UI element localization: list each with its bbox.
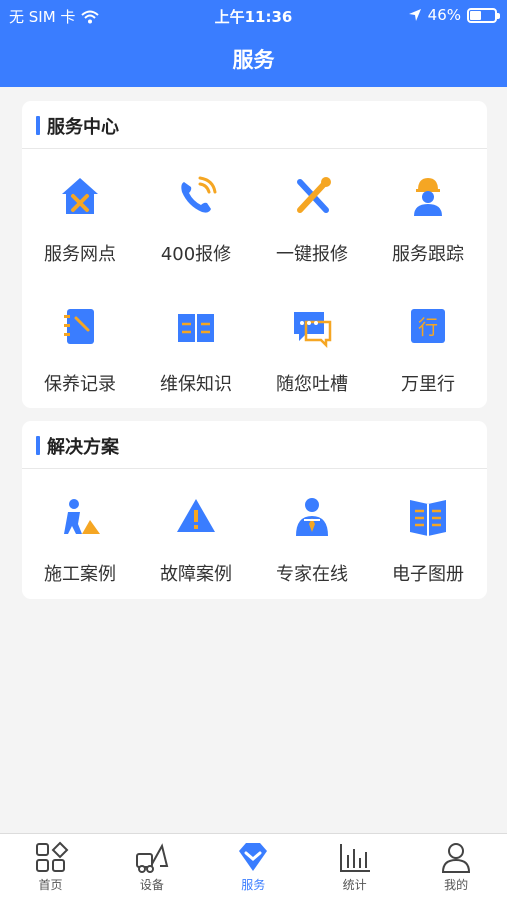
machine-icon (135, 843, 169, 873)
tab-label: 统计 (342, 878, 367, 892)
service-item-label: 电子图册 (392, 564, 464, 585)
service-item[interactable]: 服务跟踪 (370, 174, 486, 266)
warning-icon (177, 499, 215, 532)
service-item-label: 服务网点 (44, 244, 116, 265)
service-item-label: 施工案例 (44, 564, 116, 585)
service-item-label: 专家在线 (276, 564, 348, 585)
header-bar: 无 SIM 卡 上午11:36 46% 服务 (0, 0, 507, 87)
section-accent-bar (36, 436, 40, 455)
solutions-card: 解决方案 施工案例 故障案例 专家在线 电子图册 (22, 421, 487, 599)
construction-icon (64, 499, 100, 534)
svg-text:行: 行 (418, 315, 438, 339)
service-item[interactable]: 服务网点 (22, 174, 138, 266)
service-item-label: 随您吐槽 (276, 374, 348, 395)
house-wrench-icon (62, 178, 98, 214)
tab-label: 首页 (38, 878, 63, 892)
notebook-icon (64, 309, 94, 344)
book-icon (178, 314, 214, 342)
chat-icon (294, 312, 332, 348)
service-item-label: 服务跟踪 (392, 244, 464, 265)
section-accent-bar (36, 116, 40, 135)
bar-chart-icon (339, 844, 370, 872)
worker-icon (414, 178, 442, 216)
xing-badge-icon: 行 (411, 309, 445, 343)
tab-label: 服务 (241, 878, 266, 892)
home-grid-icon (35, 841, 68, 872)
bottom-tab-bar: 首页 设备 服务 统计 我的 (0, 833, 507, 900)
tab-label: 设备 (139, 878, 164, 892)
service-item[interactable]: 故障案例 (138, 494, 254, 586)
tab-item[interactable]: 服务 (203, 840, 304, 893)
service-item-label: 维保知识 (160, 374, 232, 395)
tab-item[interactable]: 我的 (406, 840, 507, 893)
section-header: 解决方案 (22, 421, 487, 469)
service-diamond-icon (239, 843, 268, 871)
service-item[interactable]: 施工案例 (22, 494, 138, 586)
section-title: 解决方案 (47, 437, 119, 458)
tab-label: 我的 (444, 878, 469, 892)
service-center-card: 服务中心 服务网点 400报修 一键报修 服务跟踪保养记录 维保知识 随您吐槽 行万里行 (22, 101, 487, 408)
service-item[interactable]: 400报修 (138, 174, 254, 266)
tools-icon (297, 177, 331, 213)
status-bar: 无 SIM 卡 上午11:36 46% (0, 0, 507, 30)
section-header: 服务中心 (22, 101, 487, 149)
phone-icon (181, 176, 217, 213)
expert-icon (296, 498, 328, 536)
service-item[interactable]: 专家在线 (254, 494, 370, 586)
person-icon (442, 843, 471, 873)
service-item[interactable]: 随您吐槽 (254, 304, 370, 396)
service-item[interactable]: 电子图册 (370, 494, 486, 586)
battery-icon (467, 7, 500, 23)
service-item[interactable]: 维保知识 (138, 304, 254, 396)
manual-icon (410, 500, 446, 536)
page-title: 服务 (232, 48, 275, 72)
tab-item[interactable]: 统计 (304, 840, 405, 893)
service-item[interactable]: 保养记录 (22, 304, 138, 396)
service-item-label: 保养记录 (44, 374, 116, 395)
location-arrow-icon (408, 9, 421, 21)
section-title: 服务中心 (47, 117, 119, 138)
service-item[interactable]: 行万里行 (370, 304, 486, 396)
service-item-label: 一键报修 (276, 244, 348, 265)
service-item[interactable]: 一键报修 (254, 174, 370, 266)
service-item-label: 万里行 (401, 374, 455, 395)
battery-percent: 46% (427, 6, 461, 24)
service-item-label: 故障案例 (160, 564, 232, 585)
service-item-label: 400报修 (160, 244, 232, 265)
tab-item[interactable]: 设备 (101, 840, 202, 893)
tab-item[interactable]: 首页 (0, 840, 101, 893)
